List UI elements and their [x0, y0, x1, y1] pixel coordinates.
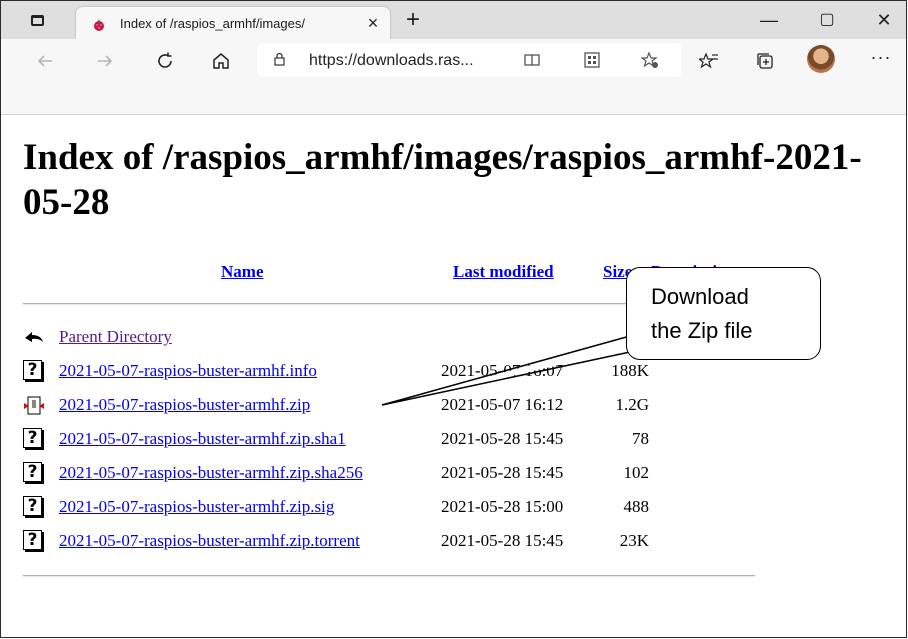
back-button[interactable]	[29, 45, 61, 77]
callout-line-1: Download	[651, 284, 749, 309]
tab-actions-icon[interactable]	[31, 15, 44, 26]
refresh-icon	[158, 52, 172, 68]
home-button[interactable]	[205, 45, 237, 77]
file-row: ? 2021-05-07-raspios-buster-armhf.zip.si…	[23, 495, 763, 521]
unknown-file-icon: ?	[23, 462, 42, 482]
reading-view-icon[interactable]	[523, 51, 541, 69]
maximize-button[interactable]: ▢	[807, 5, 847, 35]
refresh-button[interactable]	[149, 45, 181, 77]
navigation-bar: https://downloads.ras... ···	[1, 39, 906, 115]
file-modified: 2021-05-07 16:07	[441, 361, 564, 380]
unknown-file-icon: ?	[23, 428, 42, 448]
lock-icon[interactable]	[274, 53, 285, 66]
file-link[interactable]: 2021-05-07-raspios-buster-armhf.zip.sha1	[59, 429, 346, 449]
tab-strip: Index of /raspios_armhf/images/ × + — ▢ …	[1, 1, 906, 40]
bottom-divider	[23, 575, 755, 577]
file-modified: 2021-05-28 15:45	[441, 531, 564, 550]
more-options-button[interactable]: ···	[867, 45, 895, 73]
page-content: Index of /raspios_armhf/images/raspios_a…	[1, 115, 906, 637]
back-arrow-icon	[37, 55, 52, 67]
page-title: Index of /raspios_armhf/images/raspios_a…	[23, 137, 862, 223]
file-row: 2021-05-07-raspios-buster-armhf.zip 2021…	[23, 393, 763, 419]
file-link[interactable]: 2021-05-07-raspios-buster-armhf.info	[59, 361, 317, 381]
profile-avatar[interactable]	[807, 45, 835, 73]
forward-arrow-icon	[98, 55, 113, 67]
last-modified-column-header[interactable]: Last modified	[453, 262, 554, 282]
tab-close-icon[interactable]: ×	[363, 13, 383, 33]
file-size: 78	[632, 429, 649, 448]
file-link[interactable]: 2021-05-07-raspios-buster-armhf.zip.sig	[59, 497, 334, 517]
callout-line-2: the Zip file	[651, 318, 753, 343]
file-size: 1.2G	[615, 395, 649, 414]
collections-button[interactable]	[749, 45, 781, 77]
collections-icon	[757, 53, 773, 69]
file-link[interactable]: 2021-05-07-raspios-buster-armhf.zip.torr…	[59, 531, 360, 551]
file-modified: 2021-05-07 16:12	[441, 395, 564, 414]
file-size: 102	[623, 463, 650, 482]
name-column-header[interactable]: Name	[221, 262, 263, 282]
app-available-icon[interactable]	[583, 51, 601, 69]
url-text[interactable]: https://downloads.ras...	[309, 52, 474, 70]
tab-title: Index of /raspios_armhf/images/	[120, 16, 305, 31]
home-icon	[213, 53, 229, 69]
favorites-button[interactable]	[693, 45, 725, 77]
file-row: ? 2021-05-07-raspios-buster-armhf.info 2…	[23, 359, 763, 385]
add-favorite-icon[interactable]	[641, 51, 659, 69]
file-row: ? 2021-05-07-raspios-buster-armhf.zip.sh…	[23, 461, 763, 487]
unknown-file-icon: ?	[23, 496, 42, 516]
file-row: ? 2021-05-07-raspios-buster-armhf.zip.sh…	[23, 427, 763, 453]
file-modified: 2021-05-28 15:45	[441, 429, 564, 448]
callout-box: Download the Zip file	[626, 267, 821, 360]
favorites-icon	[697, 52, 718, 69]
parent-directory-link[interactable]: Parent Directory	[59, 327, 172, 347]
forward-button[interactable]	[89, 45, 121, 77]
file-size: 488	[623, 497, 650, 516]
file-link[interactable]: 2021-05-07-raspios-buster-armhf.zip	[59, 395, 310, 415]
address-bar[interactable]: https://downloads.ras...	[257, 43, 681, 77]
file-size: 23K	[619, 531, 649, 550]
callout-text: Download the Zip file	[651, 280, 811, 348]
file-modified: 2021-05-28 15:45	[441, 463, 564, 482]
file-link[interactable]: 2021-05-07-raspios-buster-armhf.zip.sha2…	[59, 463, 363, 483]
raspberry-pi-favicon-icon	[94, 18, 104, 31]
file-size: 188K	[611, 361, 649, 380]
file-modified: 2021-05-28 15:00	[441, 497, 564, 516]
file-row: ? 2021-05-07-raspios-buster-armhf.zip.to…	[23, 529, 763, 555]
archive-file-icon	[24, 396, 44, 415]
close-window-button[interactable]: ✕	[864, 5, 904, 35]
new-tab-button[interactable]: +	[400, 7, 426, 33]
unknown-file-icon: ?	[23, 530, 42, 550]
active-tab[interactable]: Index of /raspios_armhf/images/ ×	[76, 7, 390, 40]
back-folder-icon	[25, 332, 43, 342]
minimize-button[interactable]: —	[749, 5, 789, 35]
unknown-file-icon: ?	[23, 360, 42, 380]
